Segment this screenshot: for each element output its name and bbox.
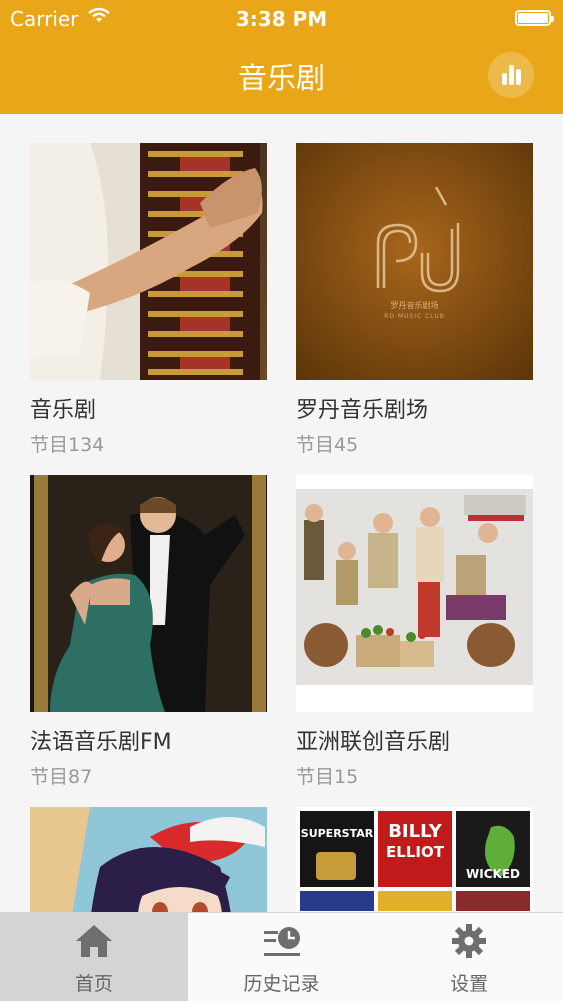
card-thumbnail: 罗丹音乐剧场 RD MUSIC CLUB [296,143,533,380]
tab-label: 首页 [74,973,113,995]
card-program-count: 节目45 [296,434,359,456]
page-title: 音乐剧 [237,61,325,95]
category-grid: 音乐剧 节目134 罗丹音乐剧场 RD MUSIC CLUB 罗丹音乐剧场 节目… [0,114,563,912]
rodan-logo-text: 罗丹音乐剧场 [390,301,439,310]
history-icon [263,927,300,956]
category-card[interactable]: 音乐剧 节目134 [30,143,267,457]
tab-label: 设置 [450,973,489,995]
category-card[interactable] [30,807,267,912]
card-thumbnail [30,143,267,380]
now-playing-button[interactable] [488,52,534,98]
home-icon [75,925,112,957]
poster-text: SUPERSTAR [300,827,374,840]
navigation-bar: Carrier 3:38 PM 音乐剧 [0,0,563,114]
category-card[interactable]: 亚洲联创音乐剧 节目15 [296,475,533,789]
rodan-logo-subtext: RD MUSIC CLUB [384,313,445,320]
poster-text: BILLY [388,821,442,842]
equalizer-icon [509,65,514,85]
equalizer-icon [516,69,521,85]
gear-icon [452,924,487,958]
card-title: 亚洲联创音乐剧 [296,730,451,755]
card-program-count: 节目134 [30,434,105,456]
category-card[interactable]: SUPERSTAR BILLY ELLIOT WICKED [296,807,533,912]
card-title: 音乐剧 [30,398,97,423]
tab-label: 历史记录 [243,973,320,995]
battery-icon [515,10,554,26]
card-title: 法语音乐剧FM [30,730,172,755]
card-thumbnail [30,475,267,712]
tab-settings[interactable]: 设置 [375,913,563,1001]
status-time: 3:38 PM [235,7,328,31]
equalizer-icon [502,73,507,85]
tab-history[interactable]: 历史记录 [188,913,376,1001]
tab-home[interactable]: 首页 [0,913,188,1001]
category-card[interactable]: 法语音乐剧FM 节目87 [30,475,267,789]
card-program-count: 节目87 [30,766,93,788]
category-card[interactable]: 罗丹音乐剧场 RD MUSIC CLUB 罗丹音乐剧场 节目45 [296,143,533,457]
poster-text: WICKED [466,867,520,881]
card-program-count: 节目15 [296,766,359,788]
card-thumbnail [30,807,267,912]
card-thumbnail: SUPERSTAR BILLY ELLIOT WICKED [296,807,533,912]
card-title: 罗丹音乐剧场 [296,398,429,423]
poster-text: ELLIOT [386,843,444,861]
status-bar: Carrier 3:38 PM [0,0,563,38]
tab-bar: 首页 历史记录 设置 [0,912,563,1001]
card-thumbnail [296,475,533,712]
